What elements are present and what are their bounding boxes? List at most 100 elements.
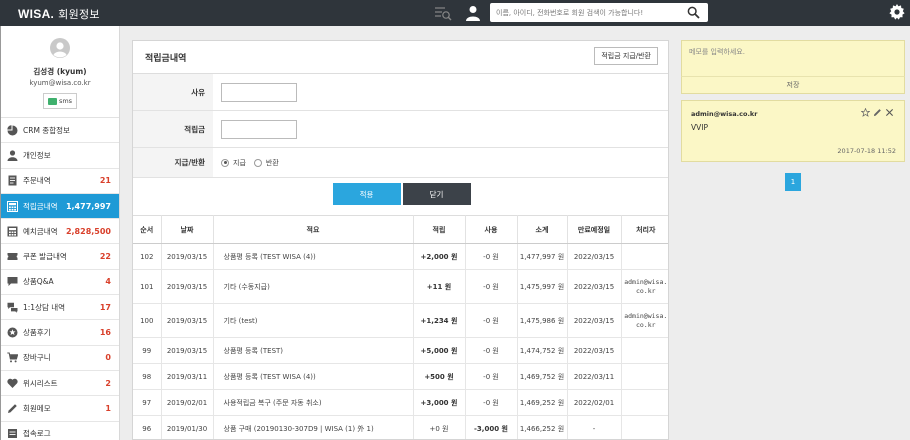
cart-icon: [7, 352, 18, 363]
edit-icon[interactable]: [873, 108, 882, 117]
form-actions: 적용 닫기: [133, 183, 668, 209]
memo-save-button[interactable]: 저장: [681, 76, 905, 94]
memo-card: admin@wisa.co.kr VVIP 2017-07-18 11:52: [681, 100, 905, 162]
cell-use: -0 원: [465, 389, 518, 416]
sms-label: sms: [58, 97, 73, 105]
radio-return[interactable]: 반환: [253, 158, 279, 168]
amount-input[interactable]: [221, 119, 297, 139]
sidebar-item-label: 개인정보: [23, 150, 51, 160]
cell-memo: 상품평 등록 (TEST WISA (4)): [213, 243, 414, 270]
app-logo[interactable]: WISA. 회원정보: [18, 6, 100, 22]
close-button[interactable]: 닫기: [402, 183, 471, 205]
cell-use: -0 원: [465, 269, 518, 304]
cell-handler: admin@wisa.co.kr: [621, 303, 668, 338]
table-row: 96 2019/01/30 상품 구매 (20190130-307D9 | WI…: [133, 415, 668, 439]
cell-use: -0 원: [465, 243, 518, 270]
cell-memo: 기타 (수동지급): [213, 269, 414, 304]
cell-earn: +500 원: [413, 363, 466, 390]
sidebar-item-count: 21: [99, 176, 111, 186]
sidebar-item-crm[interactable]: CRM 종합정보: [1, 118, 119, 144]
column-header: 사용: [465, 215, 518, 244]
cell-handler: [621, 389, 668, 416]
cell-subtotal: 1,469,752 원: [517, 363, 568, 390]
table-row: 98 2019/03/11 상품평 등록 (TEST WISA (4)) +50…: [133, 363, 668, 390]
reason-input[interactable]: [221, 82, 297, 102]
cell-handler: admin@wisa.co.kr: [621, 269, 668, 304]
amount-row: 적립금: [133, 111, 668, 148]
speech-bubble-icon: [7, 277, 18, 287]
star-icon[interactable]: [861, 108, 870, 117]
logo-text: WISA.: [18, 7, 55, 21]
apply-button[interactable]: 적용: [332, 183, 401, 205]
sidebar-item-label: 1:1상담 내역: [23, 302, 66, 312]
sidebar-item-access-log[interactable]: 접속로그: [1, 422, 119, 440]
column-header: 날짜: [161, 215, 214, 244]
search-icon[interactable]: [687, 6, 700, 19]
sidebar-item-member-memo[interactable]: 회원메모 1: [1, 396, 119, 422]
sidebar-item-points[interactable]: 적립금내역 1,477,997: [1, 193, 119, 220]
sidebar-item-personal-info[interactable]: 개인정보: [1, 143, 119, 169]
coupon-icon: [7, 253, 18, 261]
cell-use: -0 원: [465, 337, 518, 364]
cell-subtotal: 1,466,252 원: [517, 415, 568, 439]
sidebar-item-product-qna[interactable]: 상품Q&A 4: [1, 270, 119, 296]
cell-subtotal: 1,477,997 원: [517, 243, 568, 270]
cell-use: -0 원: [465, 303, 518, 338]
table-row: 97 2019/02/01 사용적립금 복구 (주문 자동 취소) +3,000…: [133, 389, 668, 416]
cell-no: 102: [133, 243, 162, 270]
sms-button[interactable]: sms: [42, 93, 78, 109]
cell-handler: [621, 243, 668, 270]
avatar: [50, 38, 70, 58]
cell-memo: 상품평 등록 (TEST): [213, 337, 414, 364]
radio-pay[interactable]: 지급: [221, 158, 246, 168]
sidebar-item-label: 쿠폰 발급내역: [23, 252, 67, 262]
cell-expire: 2022/03/15: [567, 337, 622, 364]
sidebar-item-label: 장바구니: [23, 353, 51, 363]
sidebar-item-label: 상품Q&A: [23, 277, 54, 287]
cell-expire: 2022/03/11: [567, 363, 622, 390]
calculator-icon: [7, 200, 18, 212]
star-badge-icon: [7, 327, 18, 338]
document-search-icon[interactable]: [434, 5, 452, 21]
pagination-page-1[interactable]: 1: [785, 173, 801, 191]
points-panel: 적립금내역 적립금 지급/반환 사유 적립금 지급/반환 지급 반환 적용 닫기…: [132, 40, 669, 440]
sidebar-item-count: 2,828,500: [65, 226, 111, 236]
cell-handler: [621, 337, 668, 364]
cell-subtotal: 1,474,752 원: [517, 337, 568, 364]
memo-date: 2017-07-18 11:52: [837, 147, 896, 155]
sidebar-item-consultation[interactable]: 1:1상담 내역 17: [1, 295, 119, 321]
sidebar-item-deposits[interactable]: 예치금내역 2,828,500: [1, 219, 119, 245]
pie-chart-icon: [7, 124, 18, 136]
sidebar-item-coupons[interactable]: 쿠폰 발급내역 22: [1, 244, 119, 270]
cell-date: 2019/03/11: [161, 363, 214, 390]
points-pay-return-button[interactable]: 적립금 지급/반환: [594, 47, 658, 65]
member-search-input[interactable]: [490, 3, 680, 22]
cell-date: 2019/03/15: [161, 303, 214, 338]
cell-no: 99: [133, 337, 162, 364]
type-label: 지급/반환: [133, 148, 213, 177]
close-icon[interactable]: [885, 108, 894, 117]
sidebar-item-count: 1: [105, 403, 111, 413]
reason-row: 사유: [133, 74, 668, 111]
cell-date: 2019/02/01: [161, 389, 214, 416]
column-header: 적요: [213, 215, 414, 244]
memo-textarea[interactable]: [682, 41, 904, 75]
sidebar-item-cart[interactable]: 장바구니 0: [1, 346, 119, 371]
sidebar-item-wishlist[interactable]: 위시리스트 2: [1, 371, 119, 397]
member-name: 김성경 (kyum): [33, 67, 87, 76]
member-email: kyum@wisa.co.kr: [29, 79, 91, 87]
reason-label: 사유: [133, 74, 213, 110]
table-header-row: 순서 날짜 적요 적립 사용 소계 만료예정일 처리자: [133, 215, 668, 244]
sidebar-item-orders[interactable]: 주문내역 21: [1, 169, 119, 194]
radio-pay-dot[interactable]: [221, 158, 229, 167]
sidebar-item-reviews[interactable]: 상품후기 16: [1, 320, 119, 346]
cell-memo: 상품평 등록 (TEST WISA (4)): [213, 363, 414, 390]
radio-return-dot[interactable]: [253, 158, 262, 167]
cell-memo: 기타 (test): [213, 303, 414, 338]
gear-icon[interactable]: [889, 4, 905, 20]
type-row: 지급/반환 지급 반환: [133, 148, 668, 178]
chat-bubbles-icon: [7, 302, 18, 313]
sidebar-item-label: 회원메모: [23, 403, 51, 413]
user-icon: [466, 6, 480, 21]
cell-earn: +2,000 원: [413, 243, 466, 270]
